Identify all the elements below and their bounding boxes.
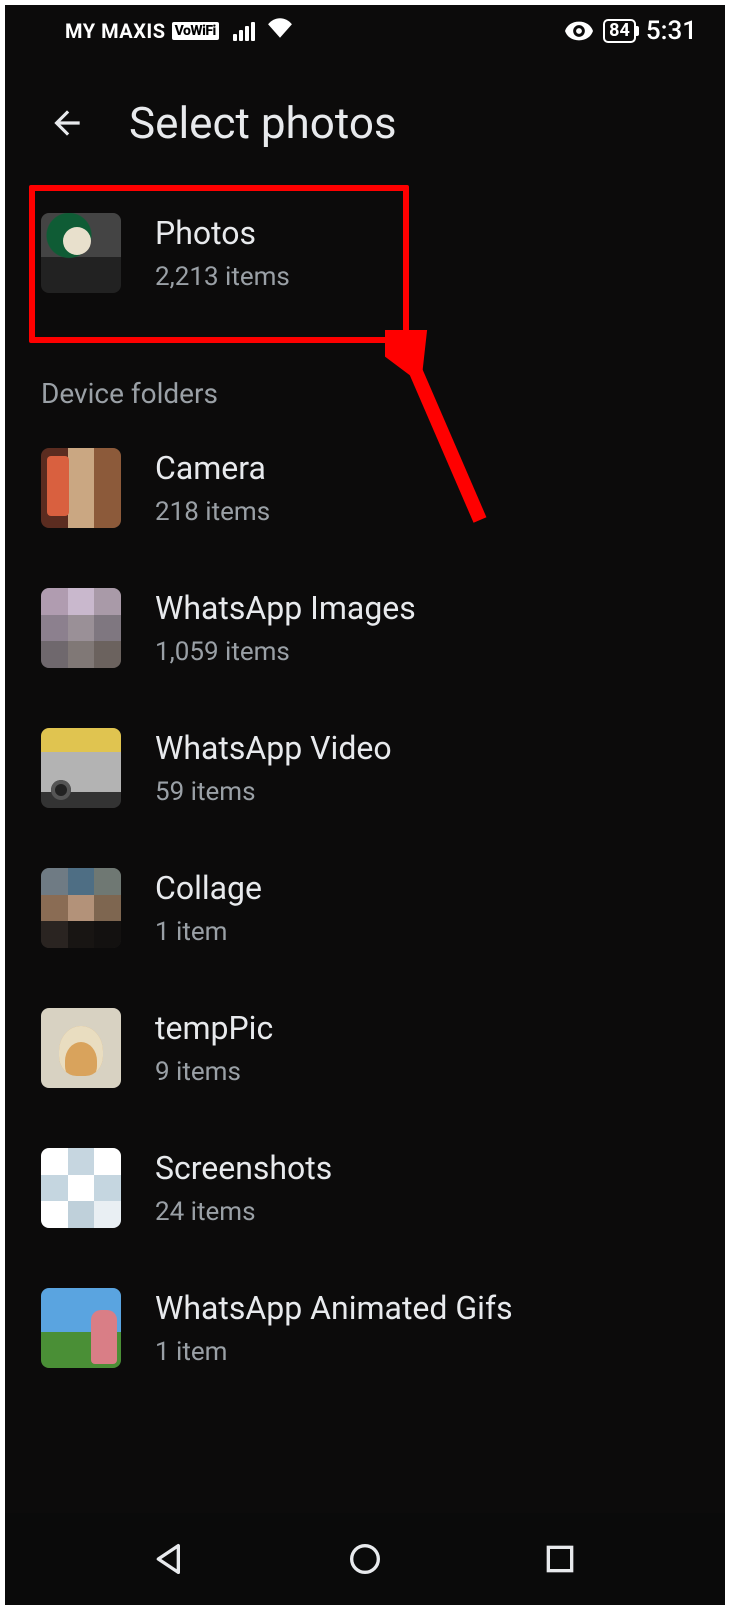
folder-list: Photos 2,213 items Device folders Camera… <box>5 179 725 1518</box>
signal-icon <box>233 22 255 41</box>
square-recent-icon <box>540 1539 580 1579</box>
folder-title: WhatsApp Video <box>155 729 392 767</box>
folder-thumbnail <box>41 1288 121 1368</box>
folder-item-collage[interactable]: Collage 1 item <box>5 838 725 978</box>
folder-count: 2,213 items <box>155 262 290 292</box>
section-device-folders: Device folders <box>5 323 725 418</box>
folder-count: 1 item <box>155 917 262 947</box>
folder-thumbnail <box>41 1008 121 1088</box>
nav-back-button[interactable] <box>140 1529 200 1589</box>
battery-indicator: 84 <box>603 19 636 43</box>
eye-icon <box>565 21 593 41</box>
status-bar: MY MAXIS VoWiFi 84 5:31 <box>5 5 725 57</box>
folder-count: 218 items <box>155 497 270 527</box>
vowifi-badge: VoWiFi <box>172 22 219 40</box>
folder-title: WhatsApp Animated Gifs <box>155 1289 513 1327</box>
folder-thumbnail <box>41 213 121 293</box>
folder-thumbnail <box>41 1148 121 1228</box>
folder-title: Screenshots <box>155 1149 332 1187</box>
folder-item-whatsapp-gifs[interactable]: WhatsApp Animated Gifs 1 item <box>5 1258 725 1398</box>
folder-title: Collage <box>155 869 262 907</box>
arrow-left-icon <box>48 104 86 142</box>
nav-home-button[interactable] <box>335 1529 395 1589</box>
folder-title: WhatsApp Images <box>155 589 416 627</box>
circle-home-icon <box>345 1539 385 1579</box>
page-title: Select photos <box>129 97 397 149</box>
folder-item-screenshots[interactable]: Screenshots 24 items <box>5 1118 725 1258</box>
folder-count: 9 items <box>155 1057 273 1087</box>
folder-count: 24 items <box>155 1197 332 1227</box>
folder-thumbnail <box>41 448 121 528</box>
navigation-bar <box>5 1513 725 1605</box>
triangle-back-icon <box>150 1539 190 1579</box>
back-button[interactable] <box>45 101 89 145</box>
folder-title: tempPic <box>155 1009 273 1047</box>
carrier-label: MY MAXIS <box>65 19 166 43</box>
folder-count: 59 items <box>155 777 392 807</box>
folder-title: Camera <box>155 449 270 487</box>
header: Select photos <box>5 57 725 179</box>
folder-item-temppic[interactable]: tempPic 9 items <box>5 978 725 1118</box>
folder-count: 1,059 items <box>155 637 416 667</box>
nav-recent-button[interactable] <box>530 1529 590 1589</box>
folder-thumbnail <box>41 868 121 948</box>
clock: 5:31 <box>646 16 697 46</box>
folder-item-whatsapp-images[interactable]: WhatsApp Images 1,059 items <box>5 558 725 698</box>
folder-thumbnail <box>41 728 121 808</box>
folder-count: 1 item <box>155 1337 513 1367</box>
folder-item-whatsapp-video[interactable]: WhatsApp Video 59 items <box>5 698 725 838</box>
folder-thumbnail <box>41 588 121 668</box>
folder-item-camera[interactable]: Camera 218 items <box>5 418 725 558</box>
wifi-icon <box>267 18 293 44</box>
folder-title: Photos <box>155 214 290 252</box>
folder-item-photos[interactable]: Photos 2,213 items <box>5 179 725 323</box>
